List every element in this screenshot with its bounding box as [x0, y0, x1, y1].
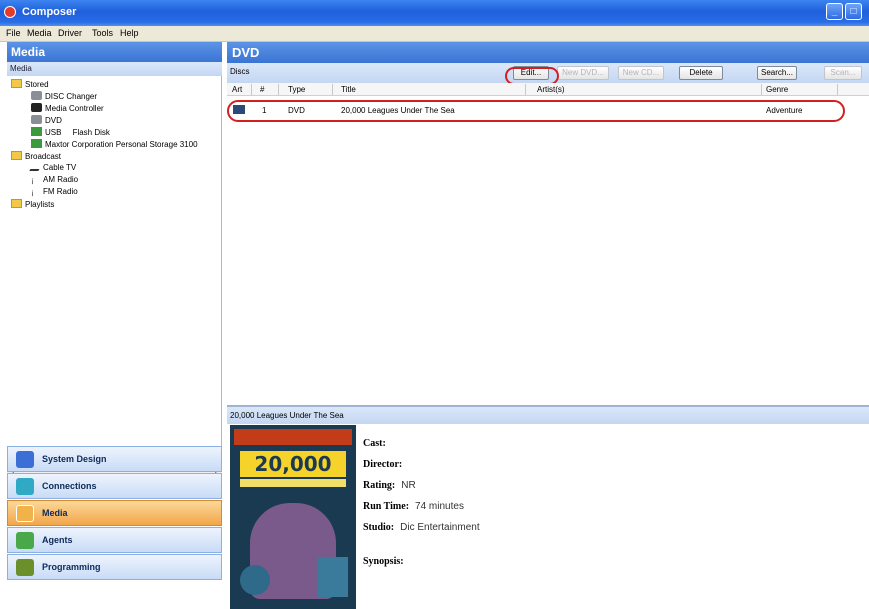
- tree-header: Media: [7, 62, 222, 76]
- col-genre[interactable]: Genre: [766, 85, 788, 94]
- detail-title: 20,000 Leagues Under The Sea: [227, 406, 869, 424]
- search-button[interactable]: Search...: [757, 66, 797, 80]
- app-logo-icon: [4, 6, 16, 18]
- new-dvd-button[interactable]: New DVD...: [557, 66, 609, 80]
- antenna-icon: ¡: [31, 176, 34, 185]
- folder-icon: [11, 79, 22, 88]
- nav-programming[interactable]: Programming: [7, 554, 222, 580]
- left-panel-title: Media: [7, 42, 222, 62]
- col-type[interactable]: Type: [288, 85, 305, 94]
- usb-icon: [31, 127, 42, 136]
- tree-item-dvd[interactable]: DVD: [31, 115, 62, 125]
- detail-rating: Rating: NR: [363, 480, 416, 491]
- right-panel: DVD Discs Edit... New DVD... New CD... D…: [227, 42, 869, 609]
- system-design-icon: [16, 451, 34, 468]
- tree-item-stored[interactable]: Stored: [11, 79, 49, 89]
- nav-system-design[interactable]: System Design: [7, 446, 222, 472]
- menu-tools[interactable]: Tools: [92, 28, 113, 38]
- cover-title: 20,000: [240, 451, 346, 477]
- new-cd-button[interactable]: New CD...: [618, 66, 664, 80]
- media-controller-icon: [31, 103, 42, 112]
- nav-connections[interactable]: Connections: [7, 473, 222, 499]
- media-icon: [16, 505, 34, 522]
- usb-icon: [31, 139, 42, 148]
- maximize-button[interactable]: □: [845, 3, 862, 20]
- tree-item-disc-changer[interactable]: DISC Changer: [31, 91, 97, 101]
- programming-icon: [16, 559, 34, 576]
- dvd-drive-icon: [31, 115, 42, 124]
- scan-button[interactable]: Scan...: [824, 66, 862, 80]
- dvd-cover-image: 20,000: [230, 425, 356, 609]
- cover-banner: [234, 429, 352, 445]
- window-title: Composer: [22, 6, 77, 18]
- tree-item-maxtor-storage[interactable]: Maxtor Corporation Personal Storage 3100: [31, 139, 198, 149]
- folder-icon: [11, 199, 22, 208]
- col-art[interactable]: Art: [232, 85, 242, 94]
- antenna-icon: ¡: [31, 188, 34, 197]
- left-panel: Media Media Stored DISC Changer Media Co…: [7, 42, 222, 609]
- discs-list: [227, 96, 869, 406]
- agents-icon: [16, 532, 34, 549]
- row-highlight-circle: [227, 100, 845, 122]
- menu-media[interactable]: Media: [27, 28, 52, 38]
- connections-icon: [16, 478, 34, 495]
- menu-driver[interactable]: Driver: [58, 28, 82, 38]
- nav-media[interactable]: Media: [7, 500, 222, 526]
- detail-runtime: Run Time: 74 minutes: [363, 501, 464, 512]
- detail-synopsis: Synopsis:: [363, 556, 404, 567]
- menu-bar: File Media Driver Tools Help: [0, 26, 869, 42]
- discs-column-header: Art # Type Title Artist(s) Genre: [227, 83, 869, 96]
- tree-item-usb-flash-disk[interactable]: USB Flash Disk: [31, 127, 110, 137]
- delete-button[interactable]: Delete: [679, 66, 723, 80]
- title-bar: Composer _ □: [0, 0, 869, 26]
- nav-agents[interactable]: Agents: [7, 527, 222, 553]
- right-panel-title: DVD: [227, 42, 869, 63]
- tree-item-broadcast[interactable]: Broadcast: [11, 151, 61, 161]
- tree-item-cable-tv[interactable]: Cable TV: [29, 163, 76, 172]
- tree-item-fm-radio[interactable]: ¡ FM Radio: [31, 187, 78, 197]
- folder-icon: [11, 151, 22, 160]
- col-number[interactable]: #: [260, 85, 264, 94]
- detail-director: Director:: [363, 459, 403, 470]
- detail-cast: Cast:: [363, 438, 386, 449]
- minimize-button[interactable]: _: [826, 3, 843, 20]
- col-title[interactable]: Title: [341, 85, 356, 94]
- menu-file[interactable]: File: [6, 28, 21, 38]
- disc-changer-icon: [31, 91, 42, 100]
- media-tree: Stored DISC Changer Media Controller DVD…: [7, 76, 222, 466]
- cable-icon: [29, 165, 42, 171]
- col-artists[interactable]: Artist(s): [537, 85, 565, 94]
- tree-item-am-radio[interactable]: ¡ AM Radio: [31, 175, 78, 185]
- discs-label: Discs: [230, 67, 250, 76]
- tree-item-playlists[interactable]: Playlists: [11, 199, 54, 209]
- menu-help[interactable]: Help: [120, 28, 139, 38]
- tree-item-media-controller[interactable]: Media Controller: [31, 103, 104, 113]
- detail-studio: Studio: Dic Entertainment: [363, 522, 480, 533]
